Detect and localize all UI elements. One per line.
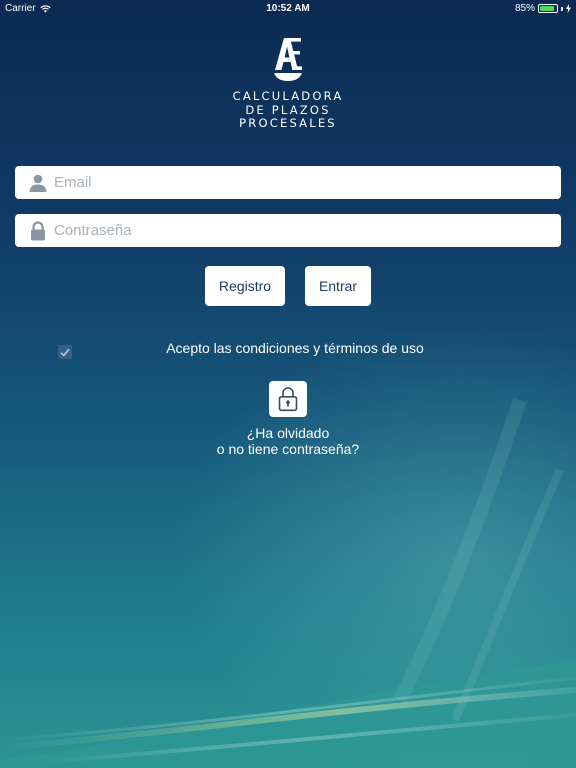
charging-bolt-icon xyxy=(566,4,571,13)
register-button[interactable]: Registro xyxy=(205,266,285,306)
logo-line-3: PROCESALES xyxy=(239,116,337,130)
email-input[interactable] xyxy=(54,166,561,199)
user-icon xyxy=(26,172,50,194)
forgot-password-lock-button[interactable] xyxy=(269,381,307,417)
battery-icon xyxy=(538,4,558,13)
login-button[interactable]: Entrar xyxy=(305,266,371,306)
logo-mark-icon xyxy=(274,38,302,81)
password-field[interactable] xyxy=(15,214,561,247)
forgot-line-1: ¿Ha olvidado xyxy=(246,425,330,441)
status-time: 10:52 AM xyxy=(266,3,310,14)
status-bar: Carrier 10:52 AM 85% xyxy=(0,0,576,18)
logo-text: CALCULADORA DE PLAZOS PROCESALES xyxy=(0,89,576,131)
logo-line-2: DE PLAZOS xyxy=(245,102,331,117)
logo-line-1: CALCULADORA xyxy=(232,89,344,103)
battery-percent: 85% xyxy=(514,3,535,14)
lock-icon xyxy=(26,220,50,242)
battery-tip xyxy=(561,6,563,11)
forgot-line-2: o no tiene contraseña? xyxy=(216,441,360,457)
battery-level xyxy=(540,6,554,11)
status-right: 85% xyxy=(515,3,571,14)
forgot-password-link[interactable]: ¿Ha olvidado o no tiene contraseña? xyxy=(0,425,576,457)
password-input[interactable] xyxy=(54,214,561,247)
email-field[interactable] xyxy=(15,166,561,199)
padlock-icon xyxy=(278,387,298,412)
terms-label: Acepto las condiciones y términos de uso xyxy=(166,340,424,356)
app-logo: CALCULADORA DE PLAZOS PROCESALES xyxy=(0,36,576,131)
